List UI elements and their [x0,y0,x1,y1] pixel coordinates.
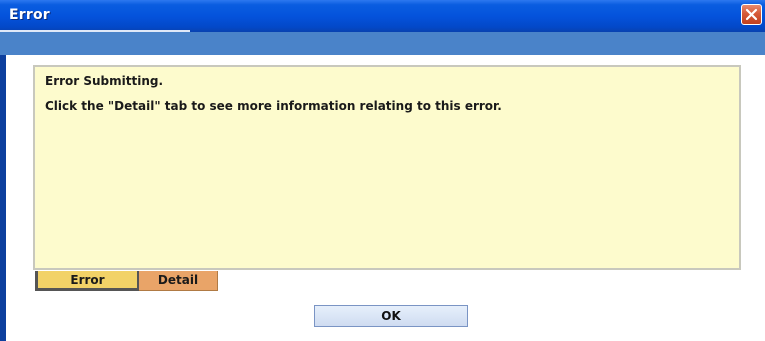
tab-error[interactable]: Error [35,271,139,291]
error-message: Click the "Detail" tab to see more infor… [45,99,502,113]
error-heading: Error Submitting. [45,74,164,88]
close-button[interactable] [741,4,762,25]
close-icon [745,8,758,21]
header-band [0,32,765,55]
window-title: Error [9,7,50,23]
tab-detail[interactable]: Detail [139,271,218,291]
message-panel: Error Submitting. Click the "Detail" tab… [33,65,741,270]
error-dialog: Error Error Submitting. Click the "Detai… [0,0,765,341]
ok-button[interactable]: OK [314,305,468,327]
dialog-content: Error Submitting. Click the "Detail" tab… [6,55,765,341]
title-bar[interactable]: Error [0,0,765,32]
